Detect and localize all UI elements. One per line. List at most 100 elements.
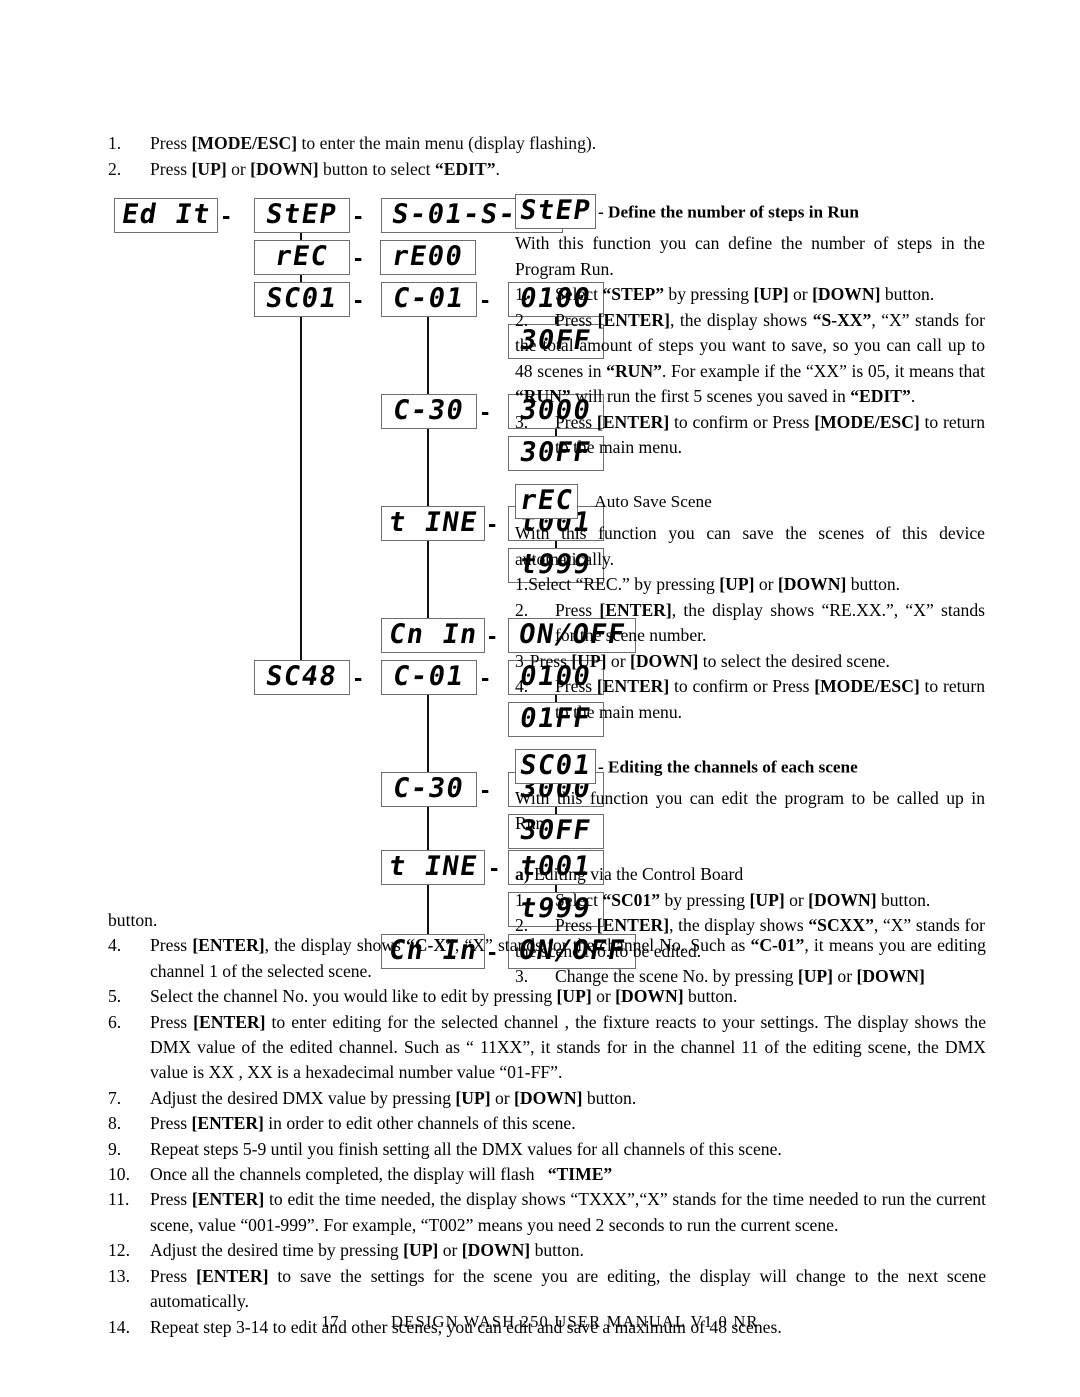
step-heading-text: - Define the number of steps in Run — [598, 202, 859, 222]
step-section: StEP - Define the number of steps in Run … — [515, 194, 985, 461]
lcd-display: C-01 — [381, 282, 477, 317]
list-item: 2. Press [ENTER], the display shows “S-XX… — [515, 308, 985, 410]
rec-section: rEC Auto Save Scene With this function yo… — [515, 484, 985, 725]
list-number: 12. — [108, 1240, 130, 1261]
list-item: 3. Press [ENTER] to confirm or Press [MOD… — [515, 410, 985, 461]
list-item: 1.Select “REC.” by pressing [UP] or [DOW… — [515, 572, 985, 598]
connector-dash: - — [481, 776, 490, 804]
step-heading: StEP - Define the number of steps in Run — [515, 194, 985, 231]
list-number: 9. — [108, 1138, 122, 1159]
list-item: 2. Press [UP] or [DOWN] button to select … — [108, 157, 808, 183]
connector-dash: - — [488, 622, 497, 650]
list-text: Adjust the desired DMX value by pressing… — [150, 1087, 637, 1108]
list-number: 7. — [108, 1087, 122, 1108]
lcd-text: rEC — [272, 241, 332, 272]
lcd-node-rec: rEC — [254, 240, 350, 275]
list-item: 9. Repeat steps 5-9 until you finish sett… — [108, 1137, 986, 1162]
lcd-display: SC48 — [254, 660, 350, 695]
lcd-display: Ed It — [114, 198, 218, 233]
lcd-node-c-01-a: C-01 — [381, 282, 477, 317]
list-text: Press [ENTER], the display shows “RE.XX.… — [555, 599, 985, 646]
manual-title: DESIGN WASH 250 USER MANUAL V1.0 NR — [391, 1312, 759, 1331]
lcd-node-sc48: SC48 — [254, 660, 350, 695]
list-text: Once all the channels completed, the dis… — [150, 1164, 613, 1185]
connector-dash: - — [222, 202, 231, 230]
list-number: 3 — [515, 650, 524, 671]
connector-dash: - — [354, 244, 363, 272]
list-number: 2. — [515, 599, 529, 620]
list-text: Press [ENTER] to edit the time needed, t… — [150, 1189, 986, 1235]
bottom-instruction-list: button. 4. Press [ENTER], the display sho… — [108, 908, 986, 1340]
list-text: Select “STEP” by pressing [UP] or [DOWN]… — [555, 284, 935, 304]
list-text: Press [ENTER], the display shows “S-XX”,… — [515, 309, 985, 407]
lcd-node-time-a: t INE — [381, 506, 485, 541]
lcd-text: C-01 — [391, 283, 468, 314]
step-intro: With this function you can define the nu… — [515, 233, 985, 279]
list-number: 11. — [108, 1189, 130, 1210]
list-number: 1. — [108, 133, 122, 153]
list-text: Press [ENTER], the display shows “C-X”, … — [150, 935, 986, 981]
list-item: 10. Once all the channels completed, the … — [108, 1162, 986, 1187]
list-item: 1. Select “STEP” by pressing [UP] or [DOW… — [515, 282, 985, 308]
list-item: 12. Adjust the desired time by pressing [… — [108, 1238, 986, 1263]
lcd-node-cnin-a: Cn In — [381, 618, 485, 653]
page-footer: 17 DESIGN WASH 250 USER MANUAL V1.0 NR — [0, 1312, 1080, 1332]
connector-dash: - — [354, 202, 363, 230]
lcd-text: C-30 — [391, 395, 468, 426]
lcd-text: StEP — [264, 199, 341, 230]
lcd-node-c-01-b: C-01 — [381, 660, 477, 695]
menu-tree-diagram: Ed It StEP S-01-S-48 rEC rE00 SC01 C-01 0100 30F… — [100, 190, 636, 969]
connector-line — [427, 800, 430, 854]
list-text: Select “REC.” by pressing [UP] or [DOWN]… — [528, 574, 901, 594]
list-text: Select “SC01” by pressing [UP] or [DOWN]… — [555, 889, 931, 910]
list-text: Press [ENTER] to confirm or Press [MODE/… — [555, 676, 985, 722]
connector-dash: - — [354, 664, 363, 692]
sc01-subheading-text: Editing via the Control Board — [529, 864, 744, 884]
rec-heading: rEC Auto Save Scene — [515, 484, 985, 521]
list-item: 5. Select the channel No. you would like … — [108, 984, 986, 1009]
connector-dash: - — [481, 664, 490, 692]
lcd-text: SC48 — [264, 661, 341, 692]
lcd-node-step: StEP — [254, 198, 350, 233]
lcd-text: SC01 — [264, 283, 341, 314]
connector-line — [427, 534, 430, 622]
lcd-display: rE00 — [380, 240, 476, 275]
list-text: Press [ENTER] to confirm or Press [MODE/… — [555, 411, 985, 458]
list-text: Press [MODE/ESC] to enter the main menu … — [150, 133, 597, 153]
connector-line — [300, 310, 303, 674]
list-item: 11. Press [ENTER] to edit the time needed… — [108, 1187, 986, 1238]
rec-intro: With this function you can save the scen… — [515, 523, 985, 569]
connector-dash: - — [481, 286, 490, 314]
connector-line — [427, 310, 430, 398]
lcd-text: rE00 — [390, 241, 467, 272]
connector-dash: - — [490, 854, 499, 882]
list-text: Press [ENTER] to enter editing for the s… — [150, 1011, 986, 1083]
lcd-step-display: StEP — [515, 194, 597, 229]
list-number: 8. — [108, 1113, 122, 1134]
list-number: 6. — [108, 1011, 122, 1032]
list-number: 4. — [108, 935, 122, 956]
sc01-subheading: a) Editing via the Control Board — [515, 862, 985, 888]
list-item: 4. Press [ENTER], the display shows “C-X”… — [108, 933, 986, 984]
lcd-node-time-b: t INE — [381, 850, 485, 885]
list-item: 1. Press [MODE/ESC] to enter the main men… — [108, 131, 808, 157]
list-item: 6. Press [ENTER] to enter editing for the… — [108, 1010, 986, 1086]
lcd-sc01-display: SC01 — [515, 748, 597, 784]
list-text: Select the channel No. you would like to… — [150, 986, 738, 1007]
list-text: Press [ENTER] to save the settings for t… — [150, 1265, 986, 1312]
lcd-text: Cn In — [386, 619, 480, 650]
sc01-heading-text: - Editing the channels of each scene — [598, 756, 858, 776]
list-number: 10. — [108, 1164, 130, 1185]
list-item: 7. Adjust the desired DMX value by pressi… — [108, 1086, 986, 1111]
list-number: 1. — [515, 284, 529, 304]
lcd-node-c-30-b: C-30 — [381, 772, 477, 807]
connector-dash: - — [481, 398, 490, 426]
lcd-display: SC01 — [254, 282, 350, 317]
list-text: Press [UP] or [DOWN] to select the desir… — [529, 650, 890, 671]
lcd-display: C-01 — [381, 660, 477, 695]
lcd-node-re00: rE00 — [380, 240, 476, 275]
list-text: Press [UP] or [DOWN] button to select “E… — [150, 158, 500, 179]
list-number: 13. — [108, 1265, 130, 1286]
rec-heading-text: Auto Save Scene — [594, 492, 712, 512]
